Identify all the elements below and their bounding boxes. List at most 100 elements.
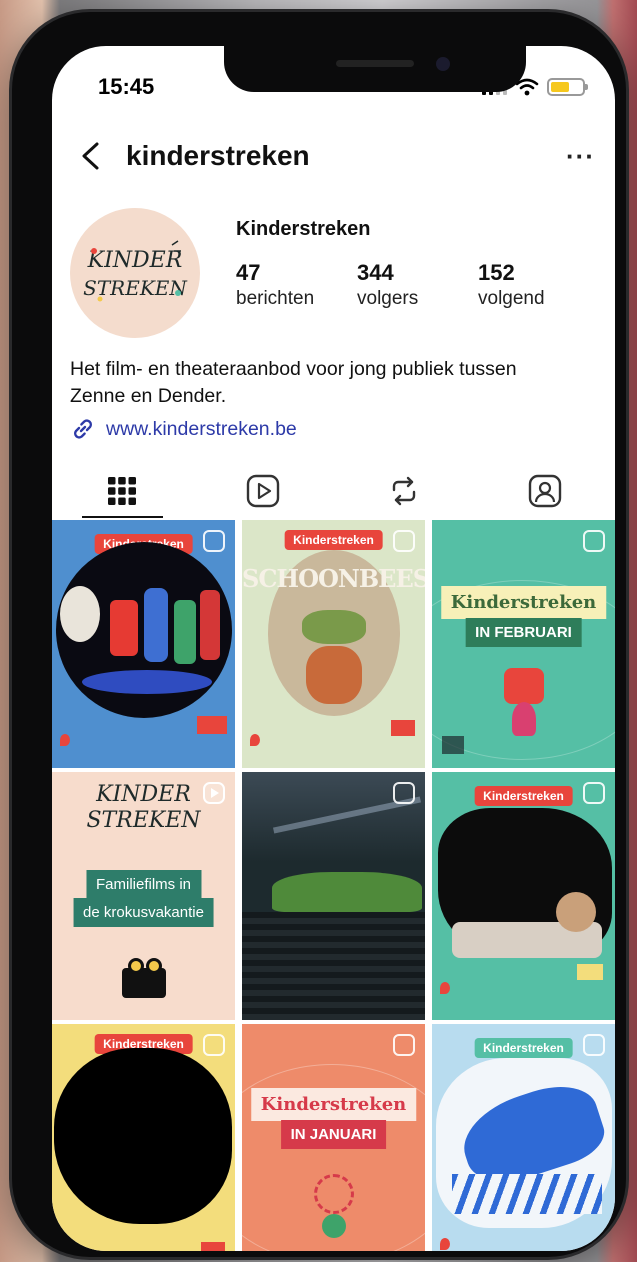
back-button[interactable] bbox=[72, 138, 108, 174]
profile-header: kinderstreken ··· bbox=[72, 134, 595, 178]
post-tile[interactable]: Kinderstreken IN JANUARI bbox=[242, 1024, 425, 1251]
multi-post-icon bbox=[393, 782, 415, 804]
post-badge bbox=[577, 964, 603, 980]
phone-frame: 15:45 kinderstreken ··· KINDER STREKEN K… bbox=[12, 12, 626, 1257]
profile-summary: KINDER STREKEN Kinderstreken 47 berichte… bbox=[68, 208, 599, 338]
website-link[interactable]: www.kinderstreken.be bbox=[70, 416, 297, 442]
post-photo bbox=[272, 872, 422, 912]
stat-posts[interactable]: 47 berichten bbox=[236, 260, 357, 310]
svg-text:KINDER: KINDER bbox=[87, 248, 183, 273]
post-subtitle: IN FEBRUARI bbox=[465, 618, 582, 647]
post-photo bbox=[174, 600, 196, 664]
post-tile[interactable]: Kinderstreken IN FEBRUARI bbox=[432, 520, 615, 768]
post-tag: Kinderstreken bbox=[474, 786, 573, 806]
post-subtitle: de krokusvakantie bbox=[73, 898, 214, 927]
bio-line: Zenne en Dender. bbox=[70, 385, 227, 407]
stat-label: volgend bbox=[478, 288, 545, 309]
tab-tagged[interactable] bbox=[474, 464, 615, 518]
stat-following[interactable]: 152 volgend bbox=[478, 260, 599, 310]
reel-icon bbox=[203, 782, 225, 804]
multi-post-icon bbox=[393, 530, 415, 552]
post-tile[interactable]: Kinderstreken bbox=[432, 772, 615, 1020]
location-pin-icon bbox=[440, 982, 450, 994]
svg-text:STREKEN: STREKEN bbox=[83, 276, 188, 300]
front-camera bbox=[436, 57, 450, 71]
multi-post-icon bbox=[203, 530, 225, 552]
post-illustration bbox=[504, 668, 544, 704]
post-title: Kinderstreken bbox=[250, 1088, 417, 1121]
post-photo bbox=[144, 588, 168, 662]
stat-value: 47 bbox=[236, 260, 261, 285]
stat-label: volgers bbox=[357, 288, 419, 309]
post-photo bbox=[556, 892, 596, 932]
post-photo bbox=[242, 912, 425, 1020]
stat-label: berichten bbox=[236, 288, 315, 309]
stat-followers[interactable]: 344 volgers bbox=[357, 260, 478, 310]
notch bbox=[224, 46, 526, 92]
display-name: Kinderstreken bbox=[236, 218, 371, 240]
profile-username: kinderstreken bbox=[126, 140, 310, 171]
phone-screen: 15:45 kinderstreken ··· KINDER STREKEN K… bbox=[52, 46, 615, 1251]
post-badge bbox=[201, 1242, 225, 1251]
repost-icon bbox=[392, 476, 416, 506]
website-url: www.kinderstreken.be bbox=[106, 417, 297, 440]
post-tile[interactable]: Kinderstreken bbox=[52, 1024, 235, 1251]
post-tile[interactable] bbox=[242, 772, 425, 1020]
tagged-icon bbox=[528, 474, 561, 508]
profile-tabs bbox=[52, 464, 615, 518]
post-tile[interactable]: Kinderstreken SCHOONBEEST bbox=[242, 520, 425, 768]
post-badge bbox=[391, 720, 415, 736]
post-photo bbox=[200, 590, 220, 660]
tab-posts[interactable] bbox=[52, 464, 193, 518]
tab-reels[interactable] bbox=[193, 464, 334, 518]
location-pin-icon bbox=[60, 734, 70, 746]
post-title: Familiefilms in bbox=[85, 870, 202, 899]
post-tag: Kinderstreken bbox=[474, 1038, 573, 1058]
avatar[interactable]: KINDER STREKEN bbox=[70, 208, 200, 338]
status-time: 15:45 bbox=[98, 74, 155, 99]
post-subtitle: IN JANUARI bbox=[280, 1120, 387, 1149]
post-tile[interactable]: KINDER STREKEN Familiefilms in de krokus… bbox=[52, 772, 235, 1020]
stat-value: 344 bbox=[357, 260, 394, 285]
multi-post-icon bbox=[583, 1034, 605, 1056]
post-illustration bbox=[512, 702, 536, 736]
multi-post-icon bbox=[583, 530, 605, 552]
multi-post-icon bbox=[203, 1034, 225, 1056]
camera-illustration-icon bbox=[122, 968, 166, 998]
reels-icon bbox=[246, 474, 280, 508]
post-photo bbox=[452, 1174, 602, 1214]
post-photo bbox=[60, 586, 100, 642]
chevron-left-icon bbox=[82, 142, 99, 170]
post-photo bbox=[54, 1048, 232, 1224]
battery-icon bbox=[547, 78, 588, 96]
post-illustration bbox=[146, 958, 162, 974]
post-tile[interactable]: Kinderstreken bbox=[432, 1024, 615, 1251]
post-illustration bbox=[302, 610, 366, 644]
location-pin-icon bbox=[250, 734, 260, 746]
tab-reposts[interactable] bbox=[334, 464, 475, 518]
post-title: SCHOONBEEST bbox=[242, 564, 425, 593]
post-illustration bbox=[314, 1174, 354, 1214]
post-tag: Kinderstreken bbox=[284, 530, 383, 550]
more-options-button[interactable]: ··· bbox=[566, 141, 595, 172]
location-pin-icon bbox=[440, 1238, 450, 1250]
link-icon bbox=[74, 419, 92, 439]
post-photo bbox=[110, 600, 138, 656]
post-logo bbox=[442, 736, 464, 754]
post-tile[interactable]: Kinderstreken bbox=[52, 520, 235, 768]
post-grid: Kinderstreken Kinderstreken SCHOONBEEST bbox=[52, 520, 615, 1251]
profile-bio: Het film- en theateraanbod voor jong pub… bbox=[70, 356, 601, 410]
post-title: Kinderstreken bbox=[440, 586, 607, 619]
post-logo-line: STREKEN bbox=[86, 808, 201, 833]
multi-post-icon bbox=[393, 1034, 415, 1056]
post-illustration bbox=[128, 958, 144, 974]
grid-icon bbox=[108, 477, 137, 505]
kinderstreken-logo: KINDER STREKEN bbox=[83, 240, 188, 302]
speaker bbox=[336, 60, 414, 67]
bio-line: Het film- en theateraanbod voor jong pub… bbox=[70, 358, 517, 380]
post-illustration bbox=[322, 1214, 346, 1238]
post-photo bbox=[82, 670, 212, 694]
post-badge bbox=[197, 716, 227, 734]
multi-post-icon bbox=[583, 782, 605, 804]
post-illustration bbox=[306, 646, 362, 704]
